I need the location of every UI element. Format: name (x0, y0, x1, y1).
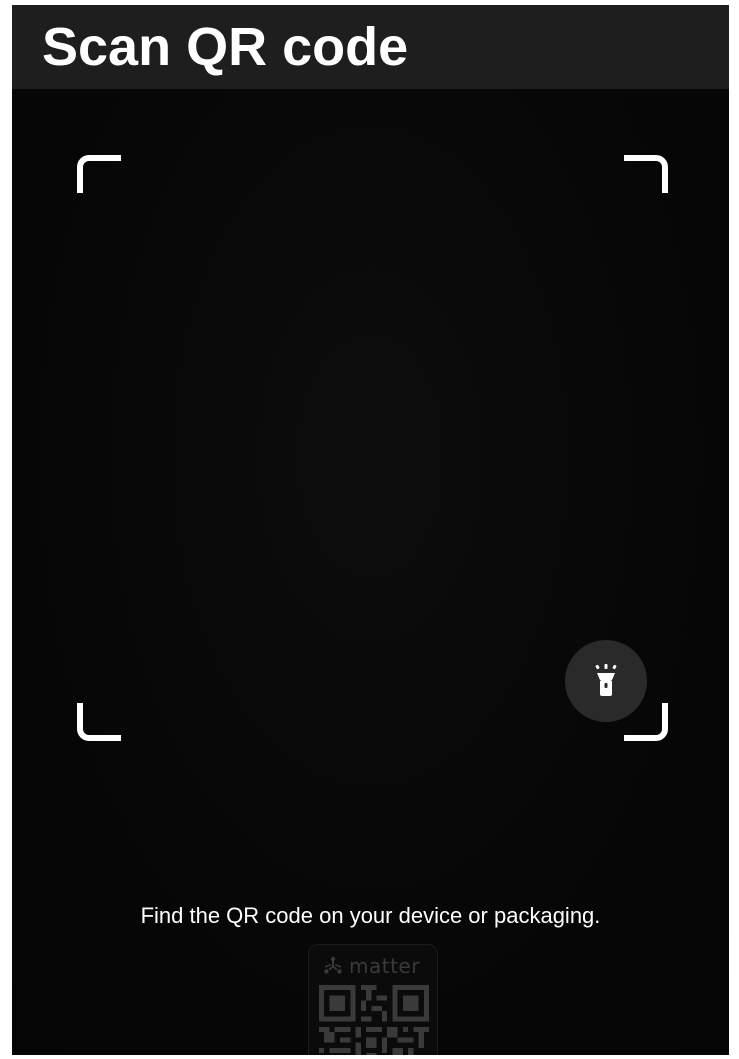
scan-instruction-text: Find the QR code on your device or packa… (140, 903, 601, 928)
app-header: Scan QR code (12, 5, 729, 89)
camera-viewfinder: Find the QR code on your device or packa… (12, 89, 729, 1055)
matter-logo-icon (324, 956, 342, 974)
frame-corner-top-right (624, 155, 668, 193)
matter-logo: matter (323, 954, 420, 978)
matter-logo-text: matter (349, 954, 420, 978)
scan-qr-screen: Scan QR code Find the QR code on your de… (12, 5, 729, 1055)
flashlight-icon (595, 664, 617, 696)
flashlight-toggle-button[interactable] (565, 640, 647, 722)
frame-corner-top-left (77, 155, 121, 193)
frame-corner-bottom-left (77, 703, 121, 741)
matter-qr-example: matter (308, 944, 438, 1055)
page-title: Scan QR code (42, 17, 409, 77)
qr-code-icon (319, 985, 429, 1055)
